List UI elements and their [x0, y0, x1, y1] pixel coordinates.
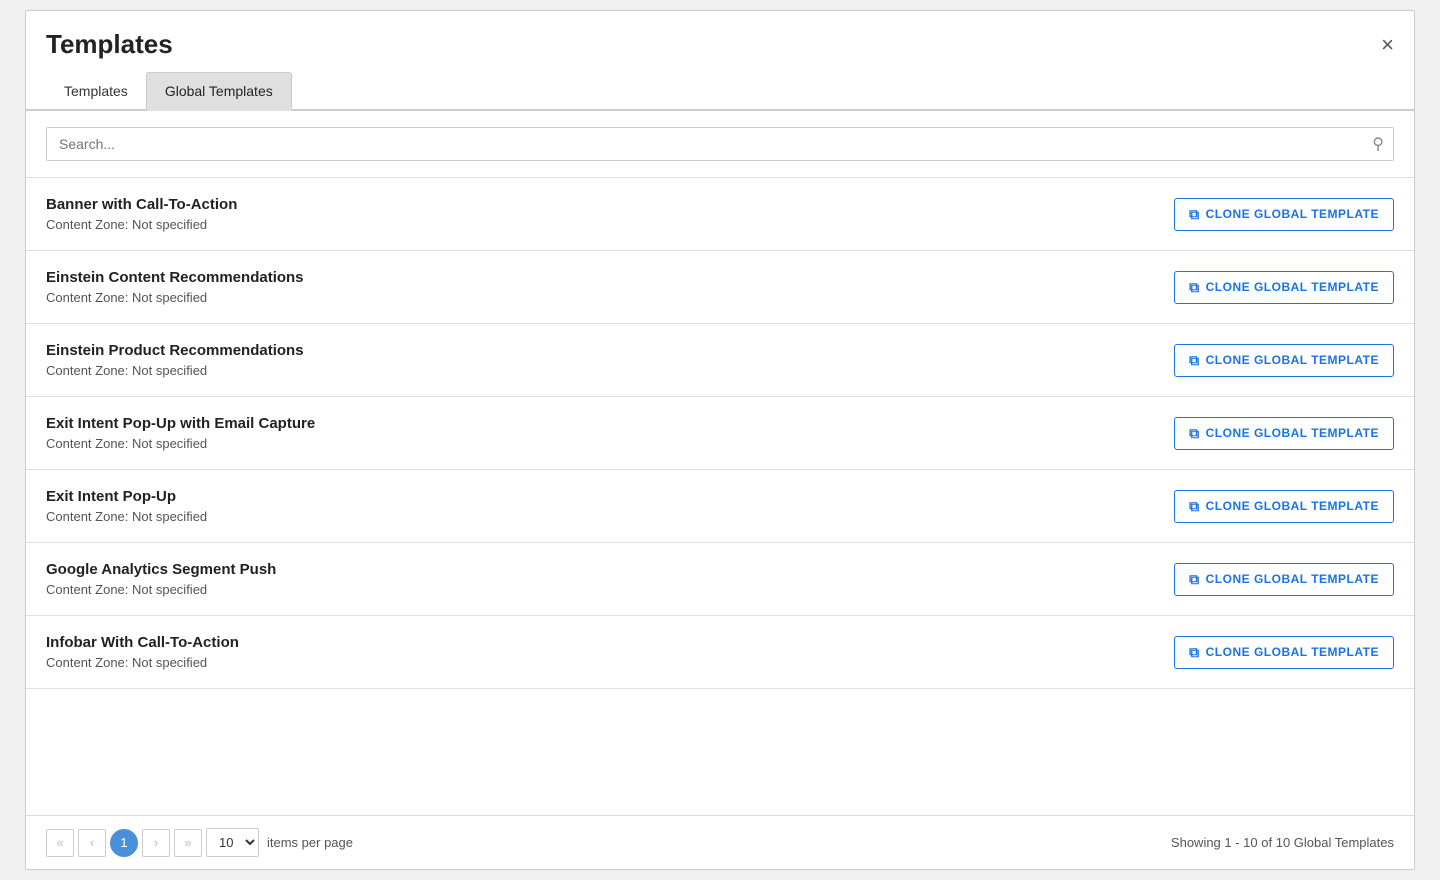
templates-modal: Templates × Templates Global Templates ⚲… — [25, 10, 1415, 870]
template-info-5: Google Analytics Segment Push Content Zo… — [46, 561, 276, 597]
pagination-controls: « ‹ 1 › » 10 25 50 items per page — [46, 828, 353, 857]
tab-global-templates[interactable]: Global Templates — [146, 72, 292, 111]
template-name-5: Google Analytics Segment Push — [46, 561, 276, 578]
clone-icon-3: ⧉ — [1189, 425, 1200, 442]
template-name-1: Einstein Content Recommendations — [46, 269, 304, 286]
clone-button-3[interactable]: ⧉ CLONE GLOBAL TEMPLATE — [1174, 417, 1394, 450]
clone-icon-6: ⧉ — [1189, 644, 1200, 661]
clone-label-3: CLONE GLOBAL TEMPLATE — [1206, 426, 1379, 440]
close-button[interactable]: × — [1381, 34, 1394, 56]
template-name-3: Exit Intent Pop-Up with Email Capture — [46, 415, 315, 432]
template-name-6: Infobar With Call-To-Action — [46, 634, 239, 651]
clone-button-0[interactable]: ⧉ CLONE GLOBAL TEMPLATE — [1174, 198, 1394, 231]
search-wrapper: ⚲ — [46, 127, 1394, 161]
prev-page-button[interactable]: ‹ — [78, 829, 106, 857]
first-page-button[interactable]: « — [46, 829, 74, 857]
per-page-label: items per page — [267, 835, 353, 850]
modal-header: Templates × — [26, 11, 1414, 72]
template-row: Einstein Product Recommendations Content… — [26, 324, 1414, 397]
template-info-6: Infobar With Call-To-Action Content Zone… — [46, 634, 239, 670]
pagination-info: Showing 1 - 10 of 10 Global Templates — [1171, 835, 1394, 850]
clone-button-1[interactable]: ⧉ CLONE GLOBAL TEMPLATE — [1174, 271, 1394, 304]
clone-icon-2: ⧉ — [1189, 352, 1200, 369]
clone-label-1: CLONE GLOBAL TEMPLATE — [1206, 280, 1379, 294]
clone-label-6: CLONE GLOBAL TEMPLATE — [1206, 645, 1379, 659]
next-page-button[interactable]: › — [142, 829, 170, 857]
clone-button-5[interactable]: ⧉ CLONE GLOBAL TEMPLATE — [1174, 563, 1394, 596]
template-row: Exit Intent Pop-Up Content Zone: Not spe… — [26, 470, 1414, 543]
template-info-3: Exit Intent Pop-Up with Email Capture Co… — [46, 415, 315, 451]
template-row: Einstein Content Recommendations Content… — [26, 251, 1414, 324]
template-name-0: Banner with Call-To-Action — [46, 196, 237, 213]
last-page-button[interactable]: » — [174, 829, 202, 857]
tabs-row: Templates Global Templates — [26, 72, 1414, 111]
clone-button-2[interactable]: ⧉ CLONE GLOBAL TEMPLATE — [1174, 344, 1394, 377]
template-zone-4: Content Zone: Not specified — [46, 509, 207, 524]
clone-label-0: CLONE GLOBAL TEMPLATE — [1206, 207, 1379, 221]
clone-icon-1: ⧉ — [1189, 279, 1200, 296]
clone-button-6[interactable]: ⧉ CLONE GLOBAL TEMPLATE — [1174, 636, 1394, 669]
template-zone-5: Content Zone: Not specified — [46, 582, 276, 597]
template-info-0: Banner with Call-To-Action Content Zone:… — [46, 196, 237, 232]
clone-label-5: CLONE GLOBAL TEMPLATE — [1206, 572, 1379, 586]
clone-icon-0: ⧉ — [1189, 206, 1200, 223]
clone-icon-4: ⧉ — [1189, 498, 1200, 515]
search-input[interactable] — [46, 127, 1394, 161]
clone-icon-5: ⧉ — [1189, 571, 1200, 588]
template-zone-0: Content Zone: Not specified — [46, 217, 237, 232]
template-info-1: Einstein Content Recommendations Content… — [46, 269, 304, 305]
template-zone-1: Content Zone: Not specified — [46, 290, 304, 305]
clone-label-4: CLONE GLOBAL TEMPLATE — [1206, 499, 1379, 513]
clone-button-4[interactable]: ⧉ CLONE GLOBAL TEMPLATE — [1174, 490, 1394, 523]
current-page-button[interactable]: 1 — [110, 829, 138, 857]
template-row: Banner with Call-To-Action Content Zone:… — [26, 178, 1414, 251]
template-row: Google Analytics Segment Push Content Zo… — [26, 543, 1414, 616]
clone-label-2: CLONE GLOBAL TEMPLATE — [1206, 353, 1379, 367]
tab-templates[interactable]: Templates — [46, 72, 146, 111]
template-zone-2: Content Zone: Not specified — [46, 363, 304, 378]
templates-list: Banner with Call-To-Action Content Zone:… — [26, 178, 1414, 815]
modal-title: Templates — [46, 29, 173, 60]
template-info-4: Exit Intent Pop-Up Content Zone: Not spe… — [46, 488, 207, 524]
template-name-2: Einstein Product Recommendations — [46, 342, 304, 359]
template-row: Exit Intent Pop-Up with Email Capture Co… — [26, 397, 1414, 470]
template-info-2: Einstein Product Recommendations Content… — [46, 342, 304, 378]
template-zone-3: Content Zone: Not specified — [46, 436, 315, 451]
template-row: Infobar With Call-To-Action Content Zone… — [26, 616, 1414, 689]
template-name-4: Exit Intent Pop-Up — [46, 488, 207, 505]
per-page-select[interactable]: 10 25 50 — [206, 828, 259, 857]
template-zone-6: Content Zone: Not specified — [46, 655, 239, 670]
pagination-row: « ‹ 1 › » 10 25 50 items per page Showin… — [26, 815, 1414, 869]
search-row: ⚲ — [26, 111, 1414, 178]
